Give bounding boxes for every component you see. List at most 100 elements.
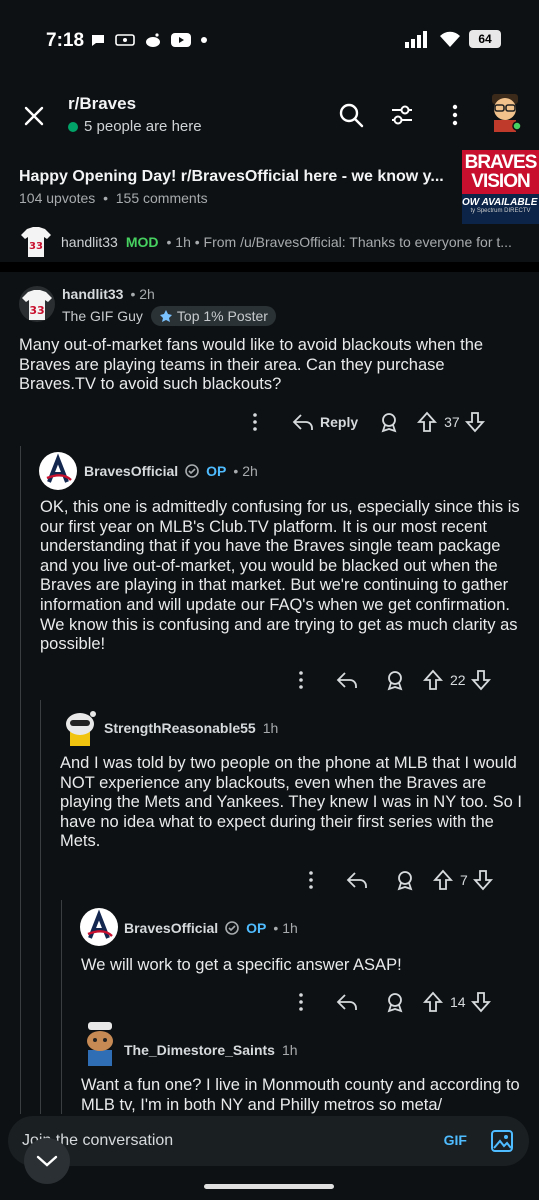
section-divider — [0, 262, 539, 272]
pinned-username[interactable]: handlit33 — [61, 234, 118, 250]
flair-text: The GIF Guy — [62, 308, 143, 324]
jersey-avatar[interactable]: 33 — [19, 284, 55, 324]
award-icon[interactable] — [384, 991, 406, 1013]
snoo-avatar[interactable] — [60, 706, 100, 748]
reddit-icon — [146, 33, 160, 47]
chevron-down-icon — [36, 1155, 58, 1167]
reply-button[interactable]: Reply — [292, 412, 358, 432]
more-options-icon[interactable] — [286, 990, 316, 1014]
more-options-icon[interactable] — [240, 410, 270, 434]
comment-input[interactable]: Join the conversation GIF — [8, 1116, 529, 1166]
youtube-icon — [171, 33, 191, 47]
post-thumbnail[interactable]: BRAVES VISION OW AVAILABLE O ty Spectrum… — [462, 150, 539, 224]
comment-score: 22 — [450, 672, 466, 688]
comment-username[interactable]: handlit33 — [62, 286, 123, 302]
comment-header: The_Dimestore_Saints 1h — [124, 1042, 298, 1058]
svg-text:33: 33 — [29, 304, 44, 317]
reply-icon[interactable] — [336, 992, 358, 1012]
meta-separator: • — [103, 190, 108, 206]
comment-header: BravesOfficial OP • 1h — [124, 920, 298, 936]
comment-username[interactable]: BravesOfficial — [84, 463, 178, 479]
post-title[interactable]: Happy Opening Day! r/BravesOfficial here… — [19, 168, 449, 186]
more-notifications-icon — [201, 37, 207, 43]
system-status: 64 — [405, 30, 501, 48]
downvote-icon[interactable] — [464, 411, 486, 433]
home-indicator[interactable] — [204, 1184, 334, 1189]
snoo-avatar[interactable] — [80, 1022, 120, 1068]
top-nav: r/Braves 5 people are here — [0, 80, 539, 150]
mlb-icon — [115, 34, 135, 46]
comment-actions: Reply 37 — [240, 410, 486, 434]
verified-icon — [185, 464, 199, 478]
signal-icon — [405, 31, 427, 48]
braves-logo-avatar[interactable] — [80, 908, 118, 946]
comment-time: • 1h — [273, 920, 298, 936]
comment-score: 14 — [450, 994, 466, 1010]
comment-username[interactable]: BravesOfficial — [124, 920, 218, 936]
comment-username[interactable]: The_Dimestore_Saints — [124, 1042, 275, 1058]
op-badge: OP — [206, 463, 227, 479]
user-avatar[interactable] — [486, 92, 524, 134]
gif-button[interactable]: GIF — [444, 1132, 467, 1148]
comment-body: Want a fun one? I live in Monmouth count… — [81, 1076, 520, 1114]
notification-icons — [90, 32, 208, 48]
presence-indicator: 5 people are here — [68, 118, 202, 135]
mod-badge: MOD — [125, 234, 159, 250]
search-icon[interactable] — [338, 102, 364, 128]
comment-score: 37 — [444, 414, 460, 430]
upvote-icon[interactable] — [432, 869, 454, 891]
comment-header: StrengthReasonable55 1h — [104, 720, 278, 736]
comment-time: 1h — [281, 1042, 298, 1058]
award-icon[interactable] — [378, 411, 400, 433]
more-options-icon[interactable] — [296, 868, 326, 892]
thread-line[interactable] — [61, 900, 62, 1114]
comment-body: We will work to get a specific answer AS… — [81, 956, 402, 974]
downvote-icon[interactable] — [472, 869, 494, 891]
sort-filter-icon[interactable] — [389, 102, 415, 128]
presence-text: 5 people are here — [84, 118, 202, 135]
comment-header: BravesOfficial OP • 2h — [84, 463, 258, 479]
post-meta: 104 upvotes • 155 comments — [19, 190, 208, 206]
svg-text:33: 33 — [29, 241, 43, 252]
reply-icon[interactable] — [346, 870, 368, 890]
award-icon[interactable] — [384, 669, 406, 691]
clock: 7:18 — [46, 30, 85, 51]
reply-icon[interactable] — [336, 670, 358, 690]
comment-score: 7 — [460, 872, 468, 888]
comment-count: 155 comments — [115, 190, 208, 206]
thumbnail-logo: BRAVES VISION — [462, 150, 539, 194]
verified-icon — [225, 921, 239, 935]
comment-time: • 2h — [130, 286, 155, 302]
comment-username[interactable]: StrengthReasonable55 — [104, 720, 256, 736]
badge-icon — [159, 310, 172, 322]
comment-actions: 14 — [286, 990, 492, 1014]
close-icon[interactable] — [22, 104, 46, 128]
downvote-icon[interactable] — [470, 991, 492, 1013]
jersey-avatar: 33 — [21, 227, 51, 257]
post-header[interactable]: Happy Opening Day! r/BravesOfficial here… — [0, 150, 539, 262]
award-icon[interactable] — [394, 869, 416, 891]
braves-logo-avatar[interactable] — [39, 452, 77, 490]
comment-actions: 7 — [296, 868, 494, 892]
upvote-count: 104 upvotes — [19, 190, 96, 206]
thread-line[interactable] — [20, 446, 21, 1114]
pinned-comment[interactable]: 33 handlit33 MOD • 1h • From /u/BravesOf… — [19, 222, 539, 262]
battery-indicator: 64 — [469, 30, 501, 48]
comment-time: • 2h — [233, 463, 258, 479]
comment-time: 1h — [262, 720, 279, 736]
pinned-meta: • 1h • From /u/BravesOfficial: Thanks to… — [166, 234, 512, 250]
scroll-down-button[interactable] — [24, 1138, 70, 1184]
thread-line[interactable] — [40, 700, 41, 1114]
status-bar: 7:18 64 — [0, 0, 539, 80]
image-upload-icon[interactable] — [489, 1128, 515, 1154]
subreddit-name[interactable]: r/Braves — [68, 94, 136, 114]
upvote-icon[interactable] — [416, 411, 438, 433]
overflow-menu-icon[interactable] — [442, 102, 468, 128]
comment-actions: 22 — [286, 668, 492, 692]
more-options-icon[interactable] — [286, 668, 316, 692]
upvote-icon[interactable] — [422, 669, 444, 691]
online-dot — [68, 121, 78, 132]
upvote-icon[interactable] — [422, 991, 444, 1013]
comment-header: handlit33 • 2h — [62, 286, 155, 302]
downvote-icon[interactable] — [470, 669, 492, 691]
